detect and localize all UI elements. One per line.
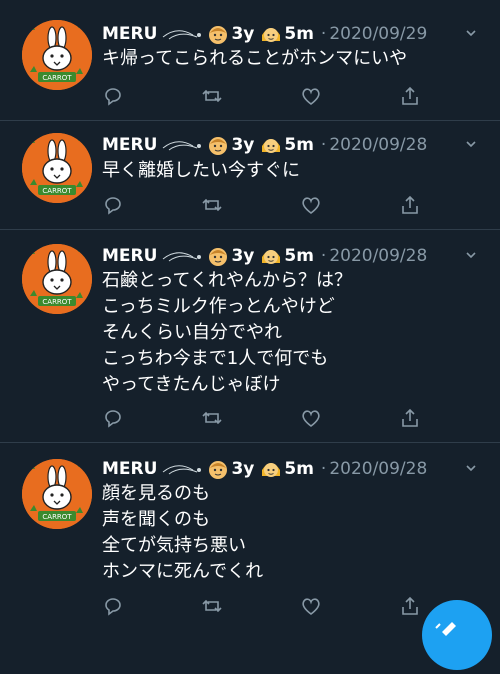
name-emoji-group: [161, 245, 231, 267]
avatar[interactable]: CARROT: [22, 244, 92, 314]
svg-text:CARROT: CARROT: [42, 298, 72, 306]
tweet-header: MERU 3y 5m · 2020/09/28: [102, 455, 427, 483]
retweet-icon[interactable]: [201, 595, 223, 617]
separator: ·: [320, 246, 327, 266]
age-boy: 3y: [231, 459, 255, 479]
sparkle-trail-icon: [163, 465, 202, 475]
svg-text:CARROT: CARROT: [42, 513, 72, 521]
sparkle-trail-icon: [163, 30, 202, 40]
name-emoji-group: [161, 134, 231, 156]
display-name[interactable]: MERU: [102, 459, 157, 479]
share-icon[interactable]: [399, 407, 421, 429]
girl-emoji-icon: [262, 28, 281, 42]
carrot-bunny-avatar-icon: CARROT: [22, 459, 92, 529]
tweet-actions: [102, 85, 422, 107]
age-boy: 3y: [231, 24, 255, 44]
boy-emoji-icon: [209, 461, 228, 479]
tweet-date[interactable]: 2020/09/29: [329, 24, 427, 44]
sparkle-trail-icon: [163, 141, 202, 151]
name-emoji-group: [161, 458, 231, 480]
sparkle-trail-icon: [163, 252, 202, 262]
tweet-3[interactable]: CARROT MERU 3y 5m · 2020/09/28 石鹸とってくれやん…: [0, 230, 500, 443]
svg-text:CARROT: CARROT: [42, 74, 72, 82]
tweet-header: MERU 3y 5m · 2020/09/29: [102, 20, 427, 48]
share-icon[interactable]: [399, 595, 421, 617]
share-icon[interactable]: [399, 85, 421, 107]
boy-emoji-icon: [209, 137, 228, 155]
boy-emoji-icon: [209, 26, 228, 44]
tweet-2[interactable]: CARROT MERU 3y 5m · 2020/09/28 早く離婚したい今す…: [0, 121, 500, 230]
retweet-icon[interactable]: [201, 407, 223, 429]
tweet-header: MERU 3y 5m · 2020/09/28: [102, 131, 427, 159]
tweet-header: MERU 3y 5m · 2020/09/28: [102, 242, 427, 270]
svg-text:CARROT: CARROT: [42, 187, 72, 195]
separator: ·: [320, 24, 327, 44]
age-girl: 5m: [284, 24, 314, 44]
age-girl: 5m: [284, 246, 314, 266]
display-name[interactable]: MERU: [102, 246, 157, 266]
separator: ·: [320, 459, 327, 479]
avatar[interactable]: CARROT: [22, 133, 92, 203]
chevron-down-icon[interactable]: [466, 463, 476, 473]
carrot-bunny-avatar-icon: CARROT: [22, 133, 92, 203]
display-name[interactable]: MERU: [102, 135, 157, 155]
tweet-text: 早く離婚したい今すぐに: [102, 160, 300, 181]
chevron-down-icon[interactable]: [466, 139, 476, 149]
separator: ·: [320, 135, 327, 155]
age-girl: 5m: [284, 459, 314, 479]
retweet-icon[interactable]: [201, 85, 223, 107]
share-icon[interactable]: [399, 194, 421, 216]
tweet-text: 石鹸とってくれやんから？は？ こっちミルク作っとんやけど そんくらい自分でやれ …: [102, 270, 353, 395]
age-boy: 3y: [231, 135, 255, 155]
name-emoji-group: [161, 23, 231, 45]
chevron-down-icon[interactable]: [466, 250, 476, 260]
tweet-date[interactable]: 2020/09/28: [329, 246, 427, 266]
tweet-actions: [102, 194, 422, 216]
like-icon[interactable]: [300, 85, 322, 107]
avatar[interactable]: CARROT: [22, 20, 92, 90]
like-icon[interactable]: [300, 595, 322, 617]
tweet-text: 顔を見るのも 声を聞くのも 全てが気持ち悪い ホンマに死んでくれ: [102, 483, 264, 582]
avatar[interactable]: CARROT: [22, 459, 92, 529]
retweet-icon[interactable]: [201, 194, 223, 216]
tweet-date[interactable]: 2020/09/28: [329, 135, 427, 155]
tweet-actions: [102, 595, 422, 617]
tweet-date[interactable]: 2020/09/28: [329, 459, 427, 479]
tweet-1[interactable]: CARROT MERU 3y 5m · 2020/09/29 キ帰ってこられるこ…: [0, 0, 500, 121]
age-boy: 3y: [231, 246, 255, 266]
compose-button[interactable]: [422, 600, 492, 670]
display-name[interactable]: MERU: [102, 24, 157, 44]
girl-emoji-icon: [262, 463, 281, 477]
tweet-actions: [102, 407, 422, 429]
carrot-bunny-avatar-icon: CARROT: [22, 20, 92, 90]
reply-icon[interactable]: [102, 595, 124, 617]
reply-icon[interactable]: [102, 85, 124, 107]
reply-icon[interactable]: [102, 194, 124, 216]
girl-emoji-icon: [262, 250, 281, 264]
like-icon[interactable]: [300, 407, 322, 429]
age-girl: 5m: [284, 135, 314, 155]
tweet-text: キ帰ってこられることがホンマにいや: [102, 48, 408, 69]
compose-icon: [435, 622, 456, 636]
girl-emoji-icon: [262, 139, 281, 153]
like-icon[interactable]: [300, 194, 322, 216]
chevron-down-icon[interactable]: [466, 28, 476, 38]
reply-icon[interactable]: [102, 407, 124, 429]
carrot-bunny-avatar-icon: CARROT: [22, 244, 92, 314]
boy-emoji-icon: [209, 248, 228, 266]
